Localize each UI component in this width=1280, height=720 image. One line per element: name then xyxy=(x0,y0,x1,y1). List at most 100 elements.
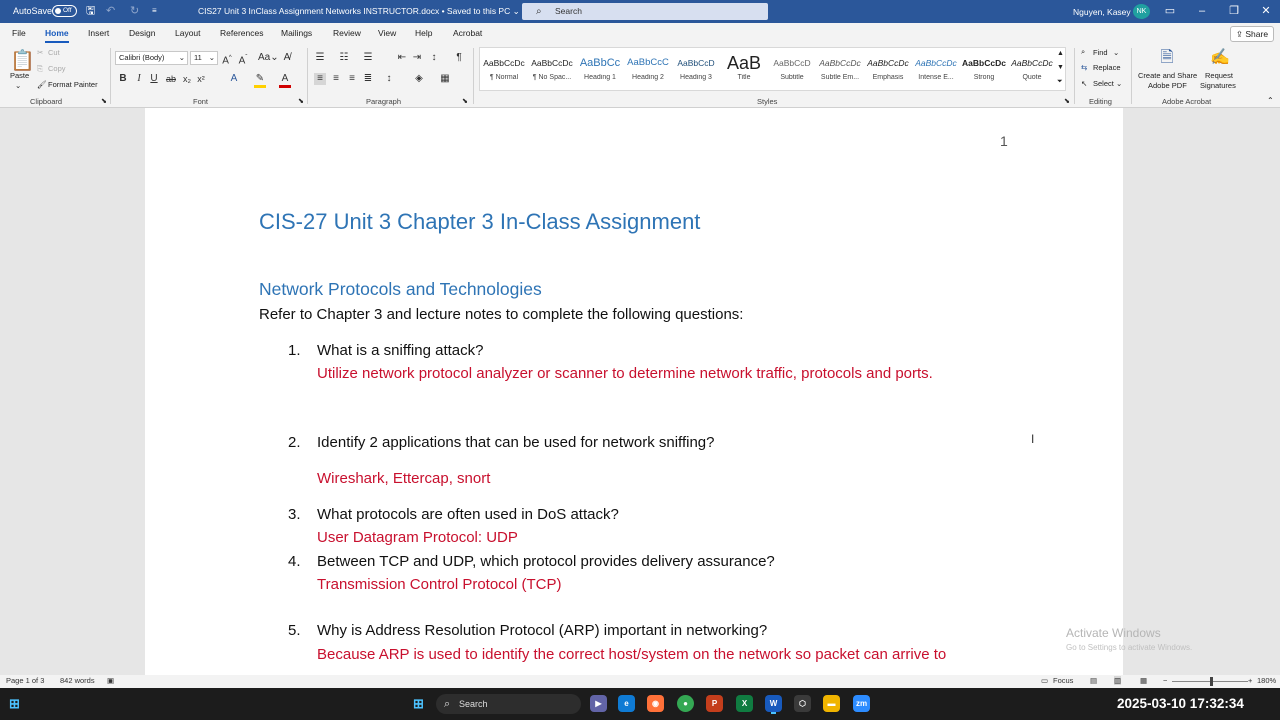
highlight-icon[interactable]: ✎ xyxy=(254,73,266,88)
virtualbox-icon[interactable]: ⬡ xyxy=(794,695,811,712)
multilevel-list-icon[interactable]: ☰ xyxy=(362,52,374,64)
font-size-select[interactable]: 11 ⌄ xyxy=(190,51,218,65)
collapse-ribbon-icon[interactable]: ⌃ xyxy=(1267,96,1274,105)
style-no-spacing[interactable]: AaBbCcDc ¶ No Spac... xyxy=(528,52,576,92)
styles-more-icon[interactable]: ⏷ xyxy=(1057,78,1063,86)
paste-icon[interactable]: 📋 xyxy=(10,50,35,72)
styles-scroll-down-icon[interactable]: ▼ xyxy=(1057,64,1064,71)
format-painter-button[interactable]: Format Painter xyxy=(48,80,98,89)
title-search-box[interactable]: ⌕ Search xyxy=(522,3,768,20)
increase-indent-icon[interactable]: ⇥ xyxy=(411,52,423,64)
sort-icon[interactable]: ↕ xyxy=(428,52,440,64)
style-intense-emphasis[interactable]: AaBbCcDc Intense E... xyxy=(912,52,960,92)
replace-button[interactable]: Replace xyxy=(1093,63,1121,72)
tab-mailings[interactable]: Mailings xyxy=(281,28,312,38)
zoom-slider-thumb[interactable] xyxy=(1210,677,1213,686)
zoom-out-icon[interactable]: − xyxy=(1163,676,1167,685)
create-share-pdf-line2[interactable]: Adobe PDF xyxy=(1148,81,1187,90)
tab-layout[interactable]: Layout xyxy=(175,28,201,38)
file-explorer-icon[interactable]: ▬ xyxy=(823,695,840,712)
zoom-level[interactable]: 180% xyxy=(1257,676,1276,685)
user-name[interactable]: Nguyen, Kasey xyxy=(1073,7,1131,17)
avatar[interactable]: NK xyxy=(1133,4,1150,19)
clear-formatting-icon[interactable]: A̸ xyxy=(281,52,293,64)
underline-icon[interactable]: U xyxy=(148,73,160,85)
focus-icon[interactable]: ▭ xyxy=(1041,676,1048,685)
change-case-icon[interactable]: Aa⌄ xyxy=(258,52,279,64)
focus-button[interactable]: Focus xyxy=(1053,676,1073,685)
chevron-down-icon[interactable]: ⌄ xyxy=(1116,79,1122,88)
teams-icon[interactable]: ▶ xyxy=(590,695,607,712)
zoom-in-icon[interactable]: + xyxy=(1248,676,1252,685)
customize-qat-icon[interactable]: ≡ xyxy=(152,4,157,18)
minimize-icon[interactable]: – xyxy=(1192,3,1212,19)
paragraph-launcher-icon[interactable]: ⬊ xyxy=(462,97,468,105)
word-count[interactable]: 842 words xyxy=(60,676,95,685)
select-button[interactable]: Select xyxy=(1093,79,1114,88)
request-signatures-icon[interactable]: ✍ xyxy=(1210,48,1230,68)
tab-references[interactable]: References xyxy=(220,28,263,38)
create-pdf-icon[interactable]: 🗎 xyxy=(1158,48,1176,68)
restore-icon[interactable]: ❐ xyxy=(1224,3,1244,19)
align-left-icon[interactable]: ≡ xyxy=(314,73,326,85)
redo-icon[interactable]: ↻ xyxy=(130,4,139,18)
clock[interactable]: 2025-03-10 17:32:34 xyxy=(1117,696,1244,711)
strikethrough-icon[interactable]: ab xyxy=(165,73,177,85)
decrease-indent-icon[interactable]: ⇤ xyxy=(396,52,408,64)
clipboard-launcher-icon[interactable]: ⬊ xyxy=(101,97,107,105)
create-share-pdf-line1[interactable]: Create and Share xyxy=(1138,71,1197,80)
excel-icon[interactable]: X xyxy=(736,695,753,712)
print-layout-icon[interactable]: ▥ xyxy=(1114,676,1122,685)
edge-icon[interactable]: e xyxy=(618,695,635,712)
style-subtle-emphasis[interactable]: AaBbCcDc Subtle Em... xyxy=(816,52,864,92)
ribbon-display-icon[interactable]: ▭ xyxy=(1160,3,1180,19)
undo-icon[interactable]: ↶ xyxy=(106,4,115,18)
tab-home[interactable]: Home xyxy=(45,28,69,43)
styles-launcher-icon[interactable]: ⬊ xyxy=(1064,97,1070,105)
style-strong[interactable]: AaBbCcDc Strong xyxy=(960,52,1008,92)
bold-icon[interactable]: B xyxy=(117,73,129,85)
tab-help[interactable]: Help xyxy=(415,28,432,38)
align-center-icon[interactable]: ≡ xyxy=(330,73,342,85)
share-button[interactable]: ⇪ Share xyxy=(1230,26,1274,42)
text-effects-icon[interactable]: A xyxy=(228,73,240,85)
firefox-icon[interactable]: ◉ xyxy=(647,695,664,712)
read-mode-icon[interactable]: ▤ xyxy=(1090,676,1097,685)
show-formatting-icon[interactable]: ¶ xyxy=(453,52,465,64)
style-title[interactable]: AaB Title xyxy=(720,52,768,92)
style-emphasis[interactable]: AaBbCcDc Emphasis xyxy=(864,52,912,92)
font-color-icon[interactable]: A xyxy=(279,73,291,88)
style-heading-3[interactable]: AaBbCcD Heading 3 xyxy=(672,52,720,92)
style-heading-2[interactable]: AaBbCcC Heading 2 xyxy=(624,52,672,92)
style-heading-1[interactable]: AaBbCc Heading 1 xyxy=(576,52,624,92)
word-icon[interactable]: W xyxy=(765,695,782,712)
find-button[interactable]: Find xyxy=(1093,48,1108,57)
font-launcher-icon[interactable]: ⬊ xyxy=(298,97,304,105)
italic-icon[interactable]: I xyxy=(133,73,145,85)
tab-insert[interactable]: Insert xyxy=(88,28,109,38)
proofing-icon[interactable]: ▣ xyxy=(107,676,114,685)
start-icon[interactable]: ⊞ xyxy=(6,695,23,712)
close-icon[interactable]: ✕ xyxy=(1256,3,1276,19)
request-signatures-line2[interactable]: Signatures xyxy=(1200,81,1236,90)
chevron-down-icon[interactable]: ⌄ xyxy=(1113,48,1119,57)
zoom-app-icon[interactable]: zm xyxy=(853,695,870,712)
paste-button[interactable]: Paste xyxy=(10,71,29,80)
windows-icon[interactable]: ⊞ xyxy=(410,695,427,712)
tab-file[interactable]: File xyxy=(12,28,26,38)
tab-review[interactable]: Review xyxy=(333,28,361,38)
tab-design[interactable]: Design xyxy=(129,28,155,38)
tab-acrobat[interactable]: Acrobat xyxy=(453,28,482,38)
tab-view[interactable]: View xyxy=(378,28,396,38)
borders-icon[interactable]: ▦ xyxy=(439,73,451,85)
shading-icon[interactable]: ◈ xyxy=(413,73,425,85)
web-layout-icon[interactable]: ▦ xyxy=(1140,676,1147,685)
cut-button[interactable]: Cut xyxy=(48,48,60,57)
font-name-select[interactable]: Calibri (Body) ⌄ xyxy=(115,51,188,65)
paste-dropdown-icon[interactable]: ⌄ xyxy=(15,81,21,90)
bullets-icon[interactable]: ☰ xyxy=(314,52,326,64)
align-right-icon[interactable]: ≡ xyxy=(346,73,358,85)
copy-button[interactable]: Copy xyxy=(48,64,66,73)
line-spacing-icon[interactable]: ↕ xyxy=(383,73,395,85)
request-signatures-line1[interactable]: Request xyxy=(1205,71,1233,80)
